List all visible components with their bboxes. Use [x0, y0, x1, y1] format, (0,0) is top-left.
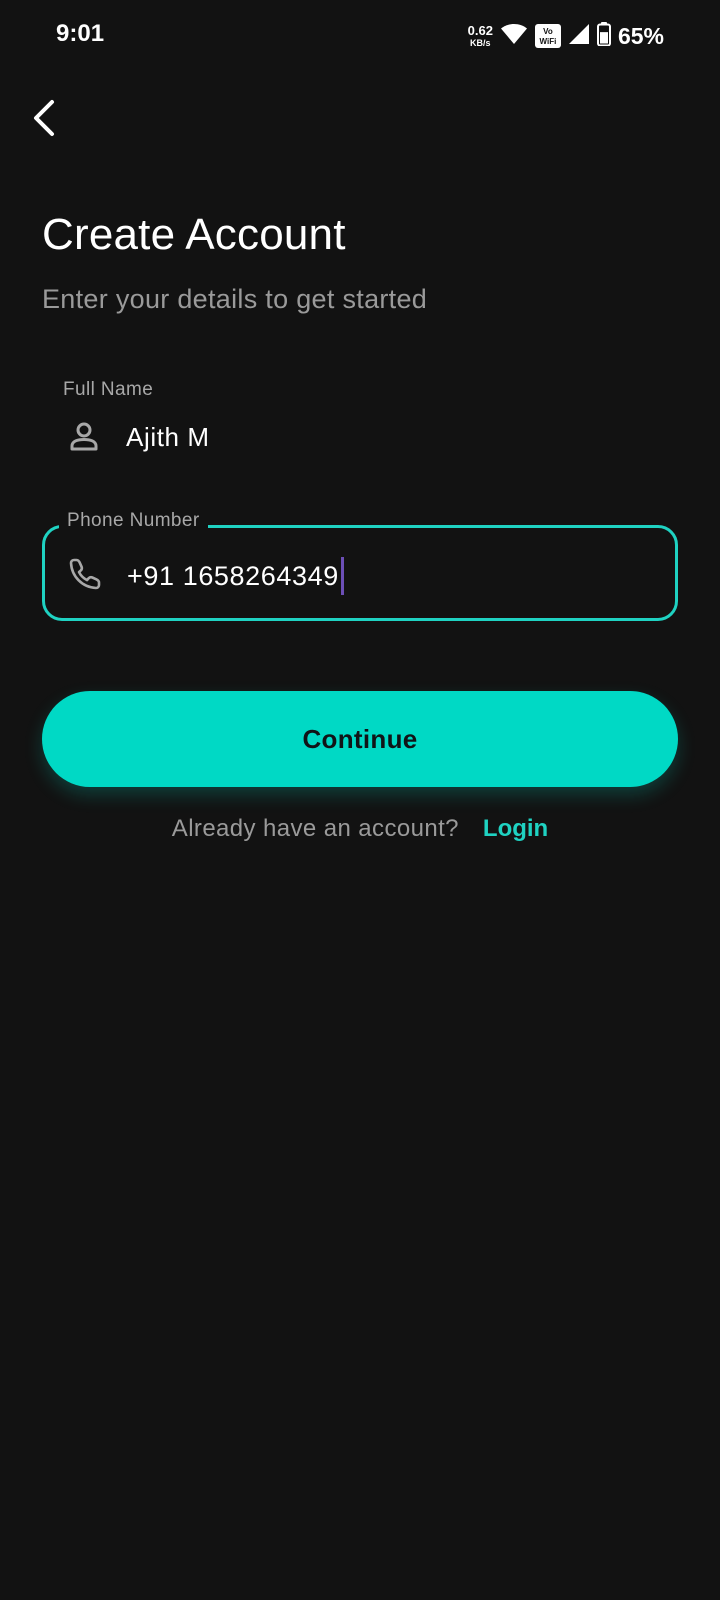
chevron-left-icon — [30, 98, 58, 143]
status-icons: 0.62 KB/s Vo WiFi 65% — [468, 20, 664, 52]
vowifi-bottom-text: WiFi — [539, 36, 557, 46]
network-speed-value: 0.62 — [467, 23, 493, 38]
full-name-input[interactable]: Ajith M — [126, 422, 210, 453]
phone-number-field[interactable]: Phone Number +91 1658264349 — [42, 510, 678, 621]
continue-button-label: Continue — [302, 723, 418, 754]
phone-number-input-wrap[interactable]: +91 1658264349 — [127, 557, 344, 595]
create-account-screen: 9:01 0.62 KB/s Vo WiFi 65% Create Accoun… — [0, 0, 720, 1600]
network-speed-unit: KB/s — [470, 38, 491, 48]
phone-number-label: Phone Number — [59, 510, 208, 532]
person-icon — [66, 419, 102, 455]
phone-number-input[interactable]: +91 1658264349 — [127, 561, 339, 592]
text-cursor — [340, 557, 344, 595]
status-bar: 9:01 0.62 KB/s Vo WiFi 65% — [0, 0, 720, 72]
login-link[interactable]: Login — [483, 815, 548, 843]
cell-signal-icon — [568, 23, 590, 50]
phone-icon — [67, 556, 103, 592]
continue-button[interactable]: Continue — [42, 691, 678, 787]
login-prompt-row: Already have an account? Login — [0, 815, 720, 843]
login-prompt-text: Already have an account? — [171, 815, 459, 842]
full-name-field[interactable]: Ajith M — [42, 396, 678, 482]
wifi-icon — [500, 22, 528, 51]
battery-icon — [596, 21, 611, 51]
vowifi-icon: Vo WiFi — [534, 24, 561, 48]
page-subtitle: Enter your details to get started — [42, 284, 428, 314]
battery-percent: 65% — [617, 22, 664, 49]
network-speed: 0.62 KB/s — [468, 24, 493, 48]
vowifi-top-text: Vo — [543, 26, 553, 36]
page-title: Create Account — [42, 210, 346, 259]
status-time: 9:01 — [56, 20, 105, 47]
back-button[interactable] — [22, 96, 66, 144]
